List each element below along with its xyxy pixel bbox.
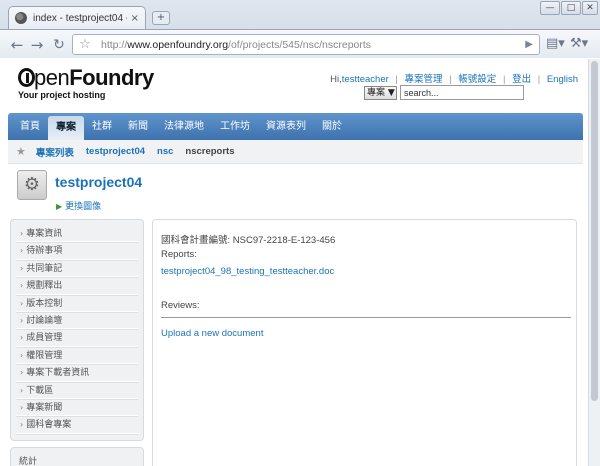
report-file-link[interactable]: testproject04_98_testing_testteacher.doc <box>161 266 334 277</box>
sidebar-item-todo[interactable]: › 待辦事項 <box>16 242 138 260</box>
account-settings-link[interactable]: 帳號設定 <box>458 74 496 85</box>
tab-close-icon[interactable]: × <box>131 13 139 24</box>
browser-tab[interactable]: index - testproject04 - O··· × <box>8 6 146 29</box>
logo-tagline: Your project hosting <box>18 90 106 100</box>
upload-document-link[interactable]: Upload a new document <box>161 328 263 339</box>
nav-workshop[interactable]: 工作坊 <box>212 113 258 140</box>
maximize-button[interactable]: □ <box>561 1 581 15</box>
sidebar-item-downloader-info[interactable]: › 專案下載者資訊 <box>16 364 138 382</box>
breadcrumb-project[interactable]: testproject04 <box>86 146 145 157</box>
nav-home[interactable]: 首頁 <box>12 113 48 140</box>
breadcrumb: ★ 專案列表 testproject04 nsc nscreports <box>8 140 583 164</box>
logout-link[interactable]: 登出 <box>512 74 531 85</box>
project-title[interactable]: testproject04 <box>55 174 142 190</box>
sidebar-item-version-control[interactable]: › 版本控制 <box>16 295 138 312</box>
vertical-scrollbar[interactable] <box>588 59 600 466</box>
browser-chrome: index - testproject04 - O··· × + — □ ✕ ←… <box>0 0 600 58</box>
openfoundry-logo[interactable]: penFoundry Your project hosting <box>18 65 154 100</box>
sidebar-item-project-info[interactable]: › 專案資訊 <box>16 225 138 243</box>
minimize-button[interactable]: — <box>540 1 560 15</box>
change-image-link[interactable]: ▶ 更換圖像 <box>56 199 101 212</box>
search-input[interactable] <box>400 85 524 100</box>
sidebar-statistics: 統計 <box>10 447 144 466</box>
wrench-icon[interactable]: ⚒▾ <box>570 36 588 51</box>
nav-projects[interactable]: 專案 <box>48 116 84 140</box>
nav-legal[interactable]: 法律源地 <box>156 113 212 140</box>
gear-icon: ⚙ <box>17 170 47 200</box>
greeting-text: Hi, <box>330 74 342 85</box>
nav-community[interactable]: 社群 <box>84 113 120 140</box>
breadcrumb-current: nscreports <box>185 146 235 157</box>
browser-toolbar: ← → ↻ ☆ http://www.openfoundry.org/of/pr… <box>0 29 600 58</box>
project-sidebar: › 專案資訊 › 待辦事項 › 共同筆記 › 規劃釋出 › 版本控制 › 討論論壇 › 成員管… <box>10 219 144 441</box>
sidebar-item-nsc-project[interactable]: › 國科會專案 <box>16 416 138 434</box>
web-page: penFoundry Your project hosting Hi,testt… <box>0 59 588 466</box>
username-link[interactable]: testteacher <box>342 74 389 85</box>
close-window-button[interactable]: ✕ <box>582 1 598 15</box>
scrollbar-thumb[interactable] <box>591 61 598 401</box>
back-icon[interactable]: ← <box>8 36 26 54</box>
main-content: 國科會計畫編號: NSC97-2218-E-123-456 Reports: t… <box>152 219 577 466</box>
sidebar-item-releases[interactable]: › 規劃釋出 <box>16 277 138 295</box>
sidebar-item-project-news[interactable]: › 專案新聞 <box>16 399 138 417</box>
sidebar-item-notes[interactable]: › 共同筆記 <box>16 260 138 278</box>
sidebar-item-downloads[interactable]: › 下載區 <box>16 382 138 399</box>
sidebar-item-members[interactable]: › 成員管理 <box>16 329 138 347</box>
bookmark-star-icon[interactable]: ☆ <box>77 37 93 52</box>
breadcrumb-nsc[interactable]: nsc <box>157 146 173 157</box>
logo-o-icon <box>18 68 35 87</box>
star-icon: ★ <box>16 145 26 158</box>
nav-news[interactable]: 新聞 <box>120 113 156 140</box>
user-links: Hi,testteacher | 專案管理 | 帳號設定 | 登出 | Engl… <box>330 74 578 85</box>
forward-icon[interactable]: → <box>28 36 46 54</box>
search-scope-select[interactable]: 專案 ▼ <box>364 85 397 100</box>
breadcrumb-project-list[interactable]: 專案列表 <box>36 145 74 159</box>
page-menu-icon[interactable]: ▤▾ <box>546 36 565 51</box>
tab-strip: index - testproject04 - O··· × + — □ ✕ <box>0 0 600 29</box>
tab-title: index - testproject04 - O··· <box>33 12 127 24</box>
url-text: http://www.openfoundry.org/of/projects/5… <box>101 38 372 51</box>
divider <box>161 317 571 318</box>
new-tab-button[interactable]: + <box>152 11 170 25</box>
sidebar-item-forum[interactable]: › 討論論壇 <box>16 312 138 330</box>
reports-label: Reports: <box>161 249 197 260</box>
favicon-icon <box>15 12 27 24</box>
address-bar[interactable]: ☆ http://www.openfoundry.org/of/projects… <box>72 34 540 55</box>
go-icon[interactable]: ▶ <box>525 39 533 50</box>
search-bar: 專案 ▼ <box>364 85 524 100</box>
reviews-label: Reviews: <box>161 300 200 311</box>
language-link[interactable]: English <box>547 74 578 85</box>
nav-about[interactable]: 關於 <box>314 113 350 140</box>
reload-icon[interactable]: ↻ <box>50 36 68 54</box>
project-manage-link[interactable]: 專案管理 <box>405 74 443 85</box>
statistics-label: 統計 <box>19 457 38 466</box>
main-nav: 首頁 專案 社群 新聞 法律源地 工作坊 資源表列 關於 <box>8 113 583 140</box>
grant-number: 國科會計畫編號: NSC97-2218-E-123-456 <box>161 235 336 246</box>
arrow-right-icon: ▶ <box>56 202 63 211</box>
sidebar-item-permissions[interactable]: › 權限管理 <box>16 347 138 365</box>
nav-resources[interactable]: 資源表列 <box>258 113 314 140</box>
